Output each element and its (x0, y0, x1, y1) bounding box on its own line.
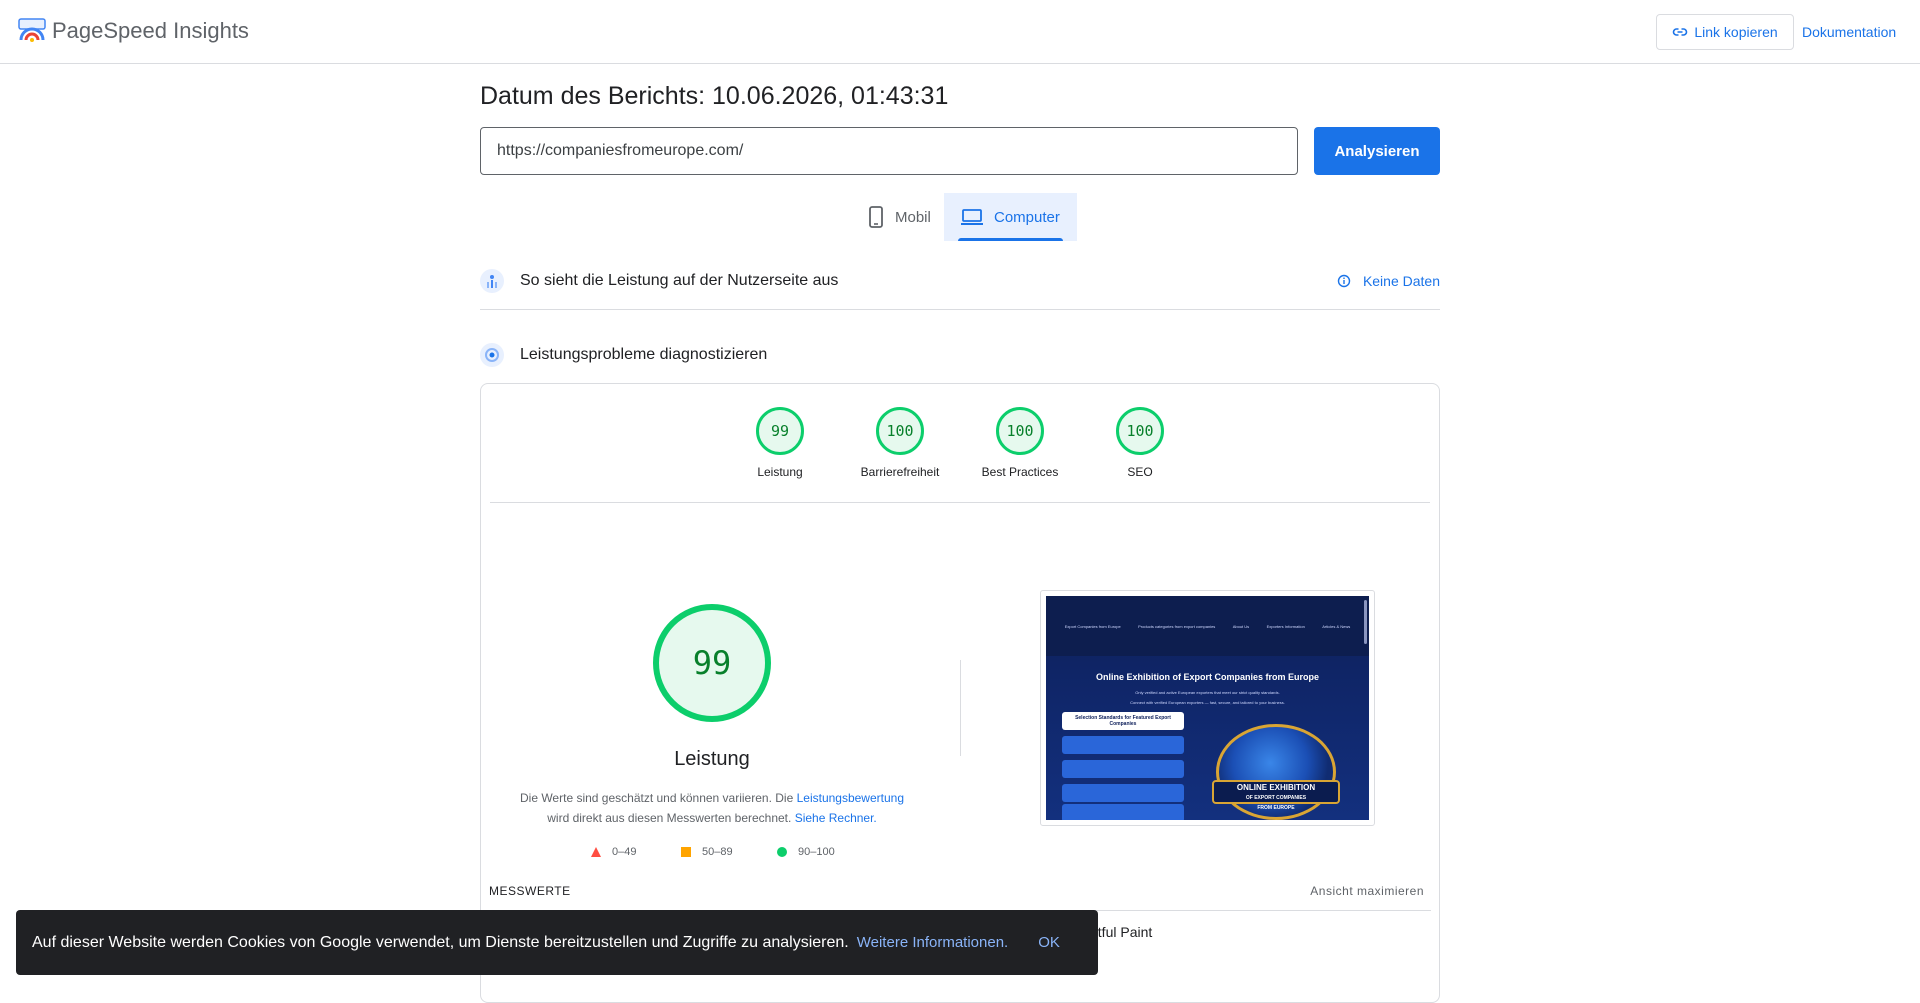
metric-name: ntful Paint (1090, 924, 1153, 940)
screenshot-sub-1: Only verified and active European export… (1135, 690, 1280, 695)
screenshot-image: Export Companies from Europe Products ca… (1046, 596, 1369, 820)
gauge-performance[interactable]: 99 Leistung (730, 407, 830, 479)
cookie-more-info-link[interactable]: Weitere Informationen. (857, 934, 1008, 951)
no-data-link[interactable]: Keine Daten (1337, 273, 1440, 289)
screenshot-list-item (1062, 784, 1184, 802)
performance-description: Die Werte sind geschätzt und können vari… (512, 788, 912, 828)
gauge-seo-score: 100 (1116, 407, 1164, 455)
gauge-accessibility[interactable]: 100 Barrierefreiheit (850, 407, 950, 479)
final-screenshot: Export Companies from Europe Products ca… (1040, 590, 1375, 826)
info-icon (1337, 274, 1351, 288)
screenshot-box: Selection Standards for Featured Export … (1062, 712, 1184, 730)
legend-pass-label: 90–100 (798, 846, 835, 858)
top-bar: PageSpeed Insights Link kopieren Dokumen… (0, 0, 1920, 64)
screenshot-sub-2: Connect with verified European exporters… (1130, 700, 1285, 705)
circle-icon (777, 847, 787, 857)
cookie-banner: Auf dieser Website werden Cookies von Go… (16, 910, 1098, 975)
legend-average-label: 50–89 (702, 846, 733, 858)
gauge-accessibility-score: 100 (876, 407, 924, 455)
diagnostics-title: Leistungsprobleme diagnostizieren (520, 346, 768, 363)
laptop-icon (961, 209, 983, 225)
cookie-text: Auf dieser Website werden Cookies von Go… (32, 933, 849, 951)
screenshot-scrollbar (1364, 600, 1367, 644)
gauge-best-practices[interactable]: 100 Best Practices (970, 407, 1070, 479)
expand-view-button[interactable]: Ansicht maximieren (1310, 884, 1424, 898)
vertical-separator (960, 660, 961, 756)
tab-computer[interactable]: Computer (944, 193, 1077, 241)
phone-icon (869, 206, 883, 228)
triangle-icon (591, 847, 601, 857)
performance-gauge-large: 99 (653, 604, 771, 722)
legend-fail-label: 0–49 (612, 846, 637, 858)
desc-text-2: wird direkt aus diesen Messwerten berech… (547, 811, 792, 825)
desc-text-1: Die Werte sind geschätzt und können vari… (519, 791, 794, 805)
copy-link-label: Link kopieren (1694, 24, 1778, 40)
badge-line-2: OF EXPORT COMPANIES (1245, 795, 1307, 801)
no-data-label: Keine Daten (1362, 273, 1440, 289)
gauge-performance-score: 99 (756, 407, 804, 455)
analyze-button[interactable]: Analysieren (1314, 127, 1440, 175)
gauge-best-practices-score: 100 (996, 407, 1044, 455)
tab-mobile[interactable]: Mobil (851, 193, 947, 241)
screenshot-nav: Export Companies from Europe Products ca… (1046, 596, 1369, 656)
app-title[interactable]: PageSpeed Insights (52, 18, 249, 44)
gauge-accessibility-label: Barrierefreiheit (860, 465, 940, 479)
gauge-best-practices-label: Best Practices (981, 465, 1059, 479)
screenshot-badge-text: ONLINE EXHIBITION OF EXPORT COMPANIES FR… (1212, 780, 1340, 811)
documentation-link[interactable]: Dokumentation (1802, 14, 1896, 50)
performance-scoring-link[interactable]: Leistungsbewertung (797, 791, 904, 805)
diagnostics-section: Leistungsprobleme diagnostizieren (480, 340, 1440, 370)
legend-pass: 90–100 (776, 846, 835, 858)
card-divider (490, 502, 1430, 503)
screenshot-nav-item: Exporters Information (1266, 623, 1305, 629)
screenshot-nav-item: Articles & News (1322, 623, 1351, 629)
gauge-seo[interactable]: 100 SEO (1090, 407, 1190, 479)
field-data-icon (480, 269, 504, 293)
tab-computer-label: Computer (994, 208, 1060, 226)
legend-fail: 0–49 (590, 846, 636, 858)
screenshot-list-item (1062, 736, 1184, 754)
screenshot-subtitle: Only verified and active European export… (1046, 688, 1369, 708)
screenshot-nav-item: Products categories from export companie… (1138, 623, 1216, 629)
performance-label: Leistung (674, 748, 750, 770)
diagnostics-icon (480, 343, 504, 367)
report-date: Datum des Berichts: 10.06.2026, 01:43:31 (480, 82, 949, 110)
link-icon (1673, 28, 1688, 36)
section-divider (480, 309, 1440, 310)
field-data-section: So sieht die Leistung auf der Nutzerseit… (480, 266, 1440, 296)
screenshot-title: Online Exhibition of Export Companies fr… (1095, 672, 1319, 682)
tab-mobile-label: Mobil (895, 208, 931, 226)
badge-line-3: FROM EUROPE (1257, 805, 1295, 811)
url-input[interactable] (480, 127, 1298, 175)
pagespeed-logo-icon[interactable] (18, 18, 46, 44)
badge-line-1: ONLINE EXHIBITION (1236, 783, 1316, 792)
screenshot-list-item (1062, 804, 1184, 820)
screenshot-list-item (1062, 760, 1184, 778)
gauge-performance-label: Leistung (757, 465, 803, 479)
field-data-title: So sieht die Leistung auf der Nutzerseit… (520, 272, 839, 289)
screenshot-nav-item: Export Companies from Europe (1064, 623, 1121, 629)
legend-average: 50–89 (680, 846, 733, 858)
calculator-link[interactable]: Siehe Rechner. (795, 811, 877, 825)
cookie-ok-button[interactable]: OK (1038, 934, 1060, 951)
screenshot-nav-item: About Us (1232, 623, 1250, 629)
square-icon (681, 847, 691, 857)
gauge-seo-label: SEO (1127, 465, 1153, 479)
copy-link-button[interactable]: Link kopieren (1656, 14, 1794, 50)
metrics-header: MESSWERTE (489, 884, 571, 898)
